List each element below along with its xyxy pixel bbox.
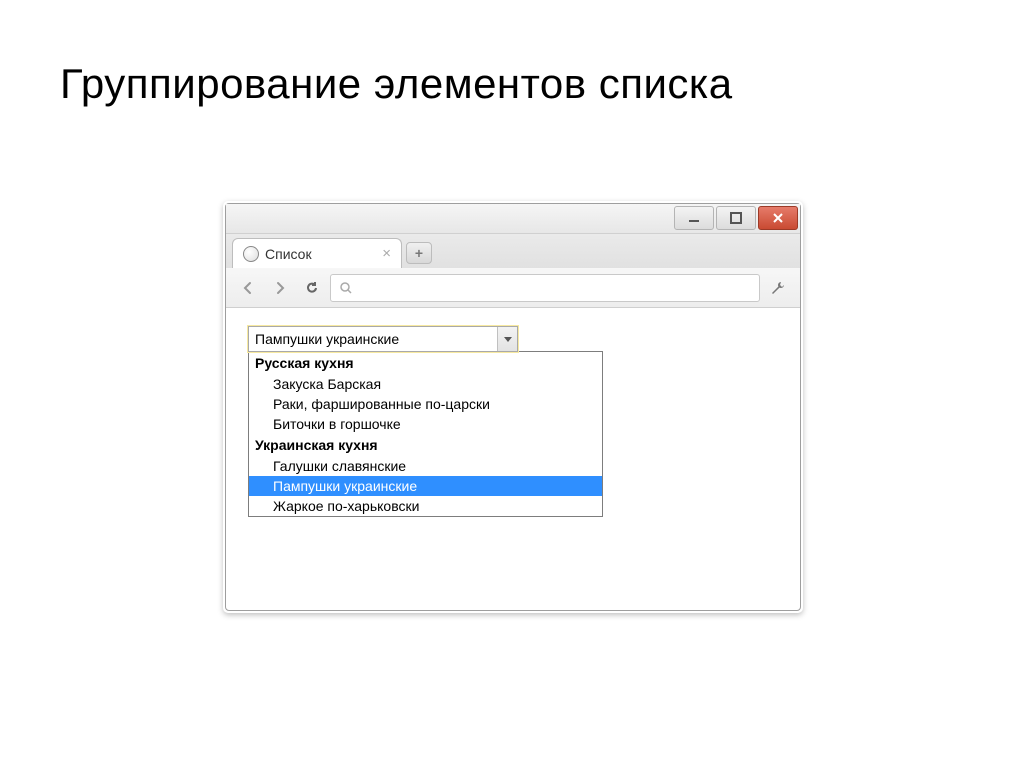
select-option[interactable]: Пампушки украинские [249, 476, 602, 496]
select-option[interactable]: Биточки в горшочке [249, 414, 602, 434]
close-button[interactable] [758, 206, 798, 230]
browser-tab[interactable]: Список × [232, 238, 402, 268]
select-option[interactable]: Галушки славянские [249, 456, 602, 476]
back-button[interactable] [234, 274, 262, 302]
select-option[interactable]: Раки, фаршированные по-царски [249, 394, 602, 414]
window-controls [674, 206, 798, 230]
search-icon [339, 281, 353, 295]
address-bar[interactable] [330, 274, 760, 302]
minimize-button[interactable] [674, 206, 714, 230]
select-option[interactable]: Жаркое по-харьковски [249, 496, 602, 516]
select-combobox[interactable]: Пампушки украинские [248, 326, 518, 352]
globe-icon [243, 246, 259, 262]
page-viewport: Пампушки украинские Русская кухняЗакуска… [226, 308, 800, 535]
select-dropdown: Русская кухняЗакуска БарскаяРаки, фаршир… [248, 351, 603, 517]
browser-window: Список × + Пампушки украинские Русская к… [225, 203, 801, 611]
settings-button[interactable] [764, 274, 792, 302]
tab-close-icon[interactable]: × [382, 246, 391, 261]
tab-title: Список [265, 246, 312, 262]
window-titlebar[interactable] [226, 204, 800, 234]
browser-toolbar [226, 268, 800, 308]
tab-strip: Список × + [226, 234, 800, 268]
wrench-icon [769, 279, 787, 297]
select-value: Пампушки украинские [249, 331, 497, 347]
reload-button[interactable] [298, 274, 326, 302]
chevron-down-icon[interactable] [497, 327, 517, 351]
maximize-button[interactable] [716, 206, 756, 230]
optgroup-label: Украинская кухня [249, 434, 602, 456]
select-option[interactable]: Закуска Барская [249, 374, 602, 394]
optgroup-label: Русская кухня [249, 352, 602, 374]
slide-title: Группирование элементов списка [60, 60, 733, 108]
forward-button[interactable] [266, 274, 294, 302]
new-tab-button[interactable]: + [406, 242, 432, 264]
